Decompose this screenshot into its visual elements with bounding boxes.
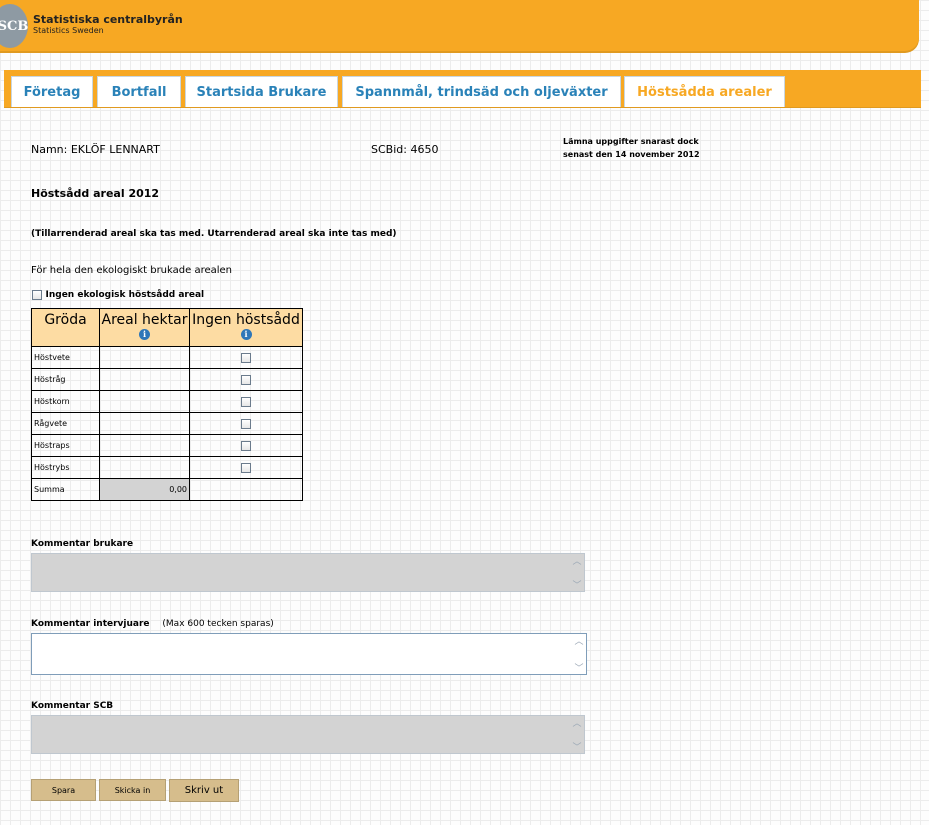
sum-label: Summa	[31, 478, 100, 501]
scroll-up-icon[interactable]: ︿	[572, 716, 581, 729]
crop-label: Rågvete	[31, 412, 100, 435]
scb-id: SCBid: 4650	[371, 143, 439, 156]
save-button[interactable]: Spara	[31, 779, 96, 801]
table-row: Höstraps	[31, 434, 303, 457]
no-sowing-checkbox[interactable]	[241, 374, 251, 385]
comment-brukare-textarea: ︿ ﹀	[31, 553, 585, 592]
scroll-down-icon[interactable]: ﹀	[572, 578, 581, 591]
crop-label: Höstråg	[31, 368, 100, 391]
table-row: Höstkorn	[31, 390, 303, 413]
crop-label: Höstrybs	[31, 456, 100, 479]
no-eco-row: Ingen ekologisk höstsådd areal	[32, 288, 204, 301]
comment-intervjuare-label: Kommentar intervjuare	[31, 619, 150, 629]
no-sowing-checkbox[interactable]	[241, 462, 251, 473]
section-note: (Tillarrenderad areal ska tas med. Utarr…	[31, 229, 397, 239]
sum-value: 0,00	[99, 478, 190, 501]
respondent-name: Namn: EKLÖF LENNART	[31, 143, 160, 156]
eco-text: För hela den ekologiskt brukade arealen	[31, 265, 233, 276]
header-groda: Gröda	[31, 308, 100, 347]
no-sowing-cell	[189, 456, 303, 479]
no-sowing-checkbox[interactable]	[241, 440, 251, 451]
scb-logo-icon: SCB	[0, 4, 28, 48]
no-sowing-cell	[189, 434, 303, 457]
area-input[interactable]	[99, 412, 190, 435]
deadline-text-1: Lämna uppgifter snarast dock	[563, 137, 699, 146]
comment-intervjuare-textarea[interactable]: ︿ ﹀	[31, 633, 587, 675]
no-sowing-checkbox[interactable]	[241, 396, 251, 407]
area-input[interactable]	[99, 456, 190, 479]
scrollbar[interactable]: ︿ ﹀	[570, 554, 584, 591]
no-sowing-cell	[189, 368, 303, 391]
header-areal-label: Areal hektar	[101, 312, 188, 328]
sum-row: Summa 0,00	[31, 478, 303, 501]
tab-spannmal[interactable]: Spannmål, trindsäd och oljeväxter	[342, 76, 621, 107]
header-ingen-label: Ingen höstsådd	[192, 312, 300, 328]
scroll-down-icon[interactable]: ﹀	[574, 661, 583, 674]
scrollbar[interactable]: ︿ ﹀	[570, 716, 584, 753]
submit-button[interactable]: Skicka in	[99, 779, 166, 801]
scroll-down-icon[interactable]: ﹀	[572, 740, 581, 753]
tab-hostsadda-arealer[interactable]: Höstsådda arealer	[624, 76, 785, 107]
table-row: Rågvete	[31, 412, 303, 435]
table-header-row: Gröda Areal hektar i Ingen höstsådd i	[31, 308, 303, 347]
no-sowing-checkbox[interactable]	[241, 418, 251, 429]
section-title: Höstsådd areal 2012	[31, 187, 160, 200]
table-row: Höstvete	[31, 346, 303, 369]
scroll-up-icon[interactable]: ︿	[574, 634, 583, 647]
no-eco-label: Ingen ekologisk höstsådd areal	[45, 290, 205, 300]
no-sowing-checkbox[interactable]	[241, 352, 251, 363]
header-areal: Areal hektar i	[99, 308, 190, 347]
tab-bortfall[interactable]: Bortfall	[97, 76, 181, 107]
area-input[interactable]	[99, 346, 190, 369]
area-input[interactable]	[99, 390, 190, 413]
area-input[interactable]	[99, 368, 190, 391]
no-sowing-cell	[189, 412, 303, 435]
table-row: Höstråg	[31, 368, 303, 391]
comment-intervjuare-row: Kommentar intervjuare (Max 600 tecken sp…	[31, 619, 274, 629]
tab-bar: Företag Bortfall Startsida Brukare Spann…	[4, 70, 921, 108]
no-sowing-cell	[189, 346, 303, 369]
crop-table: Gröda Areal hektar i Ingen höstsådd i Hö…	[31, 308, 303, 501]
print-button[interactable]: Skriv ut	[169, 779, 239, 802]
no-eco-checkbox[interactable]	[32, 290, 42, 300]
no-sowing-cell	[189, 390, 303, 413]
deadline-text-2: senast den 14 november 2012	[563, 150, 700, 159]
comment-scb-label: Kommentar SCB	[31, 701, 114, 711]
comment-intervjuare-hint: (Max 600 tecken sparas)	[162, 619, 274, 629]
sum-empty-cell	[189, 478, 303, 501]
crop-label: Höstraps	[31, 434, 100, 457]
comment-brukare-label: Kommentar brukare	[31, 539, 134, 549]
org-subtitle: Statistics Sweden	[33, 26, 104, 35]
comment-scb-textarea: ︿ ﹀	[31, 715, 585, 754]
table-row: Höstrybs	[31, 456, 303, 479]
area-input[interactable]	[99, 434, 190, 457]
tab-startsida-brukare[interactable]: Startsida Brukare	[185, 76, 338, 107]
org-title: Statistiska centralbyrån	[33, 13, 183, 26]
info-icon[interactable]: i	[139, 329, 150, 340]
scroll-up-icon[interactable]: ︿	[572, 554, 581, 567]
crop-label: Höstkorn	[31, 390, 100, 413]
tab-foretag[interactable]: Företag	[11, 76, 93, 107]
header-ingen: Ingen höstsådd i	[189, 308, 303, 347]
info-icon[interactable]: i	[240, 329, 252, 340]
scrollbar[interactable]: ︿ ﹀	[572, 634, 586, 674]
header-banner: SCB Statistiska centralbyrån Statistics …	[0, 0, 919, 51]
crop-label: Höstvete	[31, 346, 100, 369]
